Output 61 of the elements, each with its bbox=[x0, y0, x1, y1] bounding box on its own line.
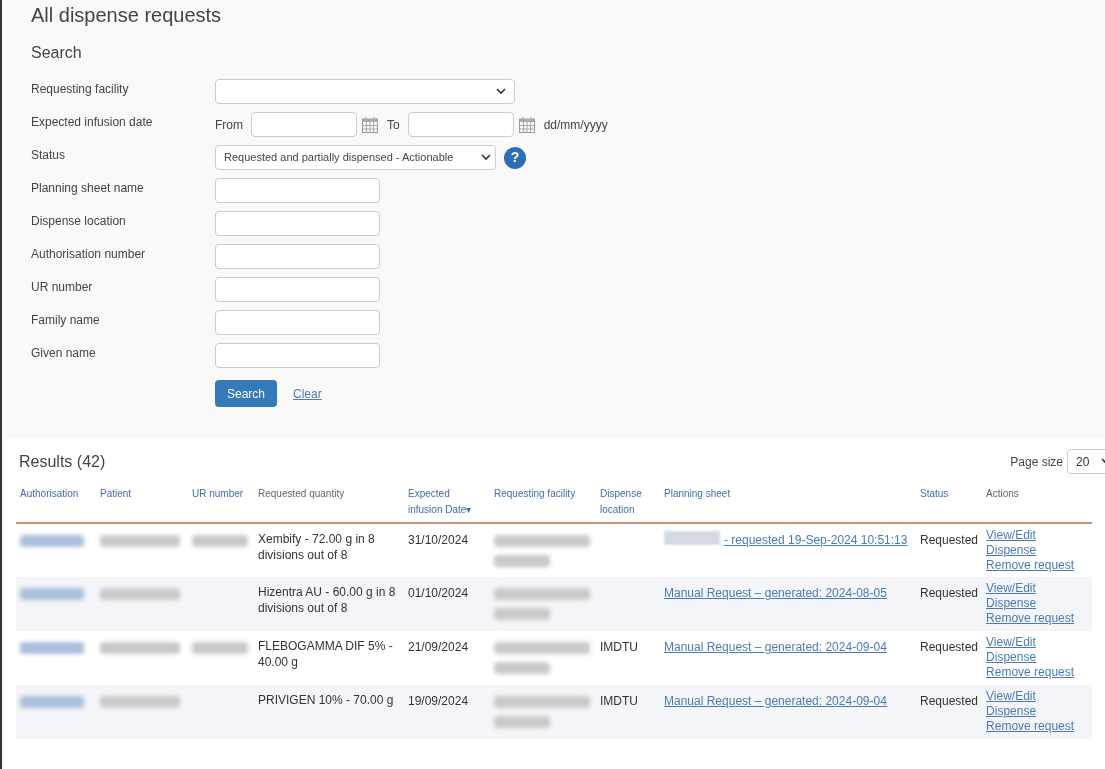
quantity-text: Xembify - 72.00 g in 8 divisions out of 8 bbox=[258, 531, 376, 563]
page-size-select[interactable]: 20 bbox=[1067, 449, 1105, 474]
field-label: UR number bbox=[31, 279, 94, 296]
date-text: 31/10/2024 bbox=[408, 533, 469, 547]
status-text: Requested bbox=[920, 586, 979, 600]
status-text: Requested bbox=[920, 640, 979, 654]
sort-link[interactable]: Authorisation bbox=[20, 486, 92, 502]
from-label: From bbox=[215, 116, 243, 134]
sort-link[interactable]: Requesting facility bbox=[494, 486, 592, 502]
action-link[interactable]: View/Edit bbox=[986, 635, 1089, 650]
sort-link[interactable]: Planning sheet bbox=[664, 486, 912, 502]
field-label: Expected infusion date bbox=[31, 114, 154, 131]
sort-link[interactable]: Expected infusion Date▾ bbox=[408, 486, 486, 518]
location-text: IMDTU bbox=[600, 694, 638, 708]
help-button[interactable]: ? bbox=[504, 146, 526, 169]
action-link[interactable]: Dispense bbox=[986, 596, 1089, 611]
field-label: Given name bbox=[31, 345, 97, 362]
action-link[interactable]: Remove request bbox=[986, 719, 1089, 734]
quantity-text: PRIVIGEN 10% - 70.00 g bbox=[258, 692, 395, 708]
action-link[interactable]: View/Edit bbox=[986, 689, 1089, 704]
location-text: IMDTU bbox=[600, 640, 638, 654]
sort-link[interactable]: Status bbox=[920, 486, 979, 502]
column-header: Actions bbox=[986, 487, 1020, 501]
action-link[interactable]: Remove request bbox=[986, 558, 1089, 573]
action-link[interactable]: View/Edit bbox=[986, 528, 1089, 543]
sort-link[interactable]: Dispense location bbox=[600, 486, 656, 518]
action-link[interactable]: Dispense bbox=[986, 704, 1089, 719]
field-label: Dispense location bbox=[31, 213, 127, 230]
date-text: 01/10/2024 bbox=[408, 586, 469, 600]
field-label: Family name bbox=[31, 312, 101, 329]
status-text: Requested bbox=[920, 533, 979, 547]
field-label: Status bbox=[31, 147, 67, 164]
sort-link[interactable]: UR number bbox=[192, 486, 250, 502]
action-link[interactable]: Remove request bbox=[986, 665, 1089, 680]
results-title: Results (42) bbox=[19, 451, 106, 472]
page-title: All dispense requests bbox=[31, 3, 223, 28]
date-text: 19/09/2024 bbox=[408, 694, 469, 708]
field-label: Planning sheet name bbox=[31, 180, 145, 197]
action-link[interactable]: Remove request bbox=[986, 611, 1089, 626]
planning-sheet-link[interactable]: - requested 19-Sep-2024 10:51:13 bbox=[724, 531, 908, 549]
clear-link[interactable]: Clear bbox=[293, 384, 322, 403]
to-label: To bbox=[387, 116, 400, 134]
search-heading: Search bbox=[31, 43, 83, 63]
field-label: Requesting facility bbox=[31, 81, 130, 98]
field-label: Authorisation number bbox=[31, 246, 147, 263]
column-header: Requested quantity bbox=[258, 487, 346, 501]
sort-link[interactable]: Patient bbox=[100, 486, 184, 502]
planning-sheet-link[interactable]: Manual Request – generated: 2024-09-04 bbox=[664, 692, 887, 710]
status-select[interactable]: Requested and partially dispensed - Actionable bbox=[215, 145, 496, 170]
action-link[interactable]: Dispense bbox=[986, 543, 1089, 558]
planning-sheet-link[interactable]: Manual Request – generated: 2024-09-04 bbox=[664, 638, 887, 656]
page-size-label: Page size bbox=[1010, 453, 1063, 471]
action-link[interactable]: Dispense bbox=[986, 650, 1089, 665]
date-format-hint: dd/mm/yyyy bbox=[543, 116, 608, 134]
search-button[interactable]: Search bbox=[215, 380, 278, 407]
planning-sheet-link[interactable]: Manual Request – generated: 2024-08-05 bbox=[664, 584, 887, 602]
action-link[interactable]: View/Edit bbox=[986, 581, 1089, 596]
quantity-text: FLEBOGAMMA DIF 5% - 40.00 g bbox=[258, 638, 394, 670]
status-text: Requested bbox=[920, 694, 979, 708]
quantity-text: Hizentra AU - 60.00 g in 8 divisions out of 8 bbox=[258, 584, 397, 616]
date-text: 21/09/2024 bbox=[408, 640, 469, 654]
